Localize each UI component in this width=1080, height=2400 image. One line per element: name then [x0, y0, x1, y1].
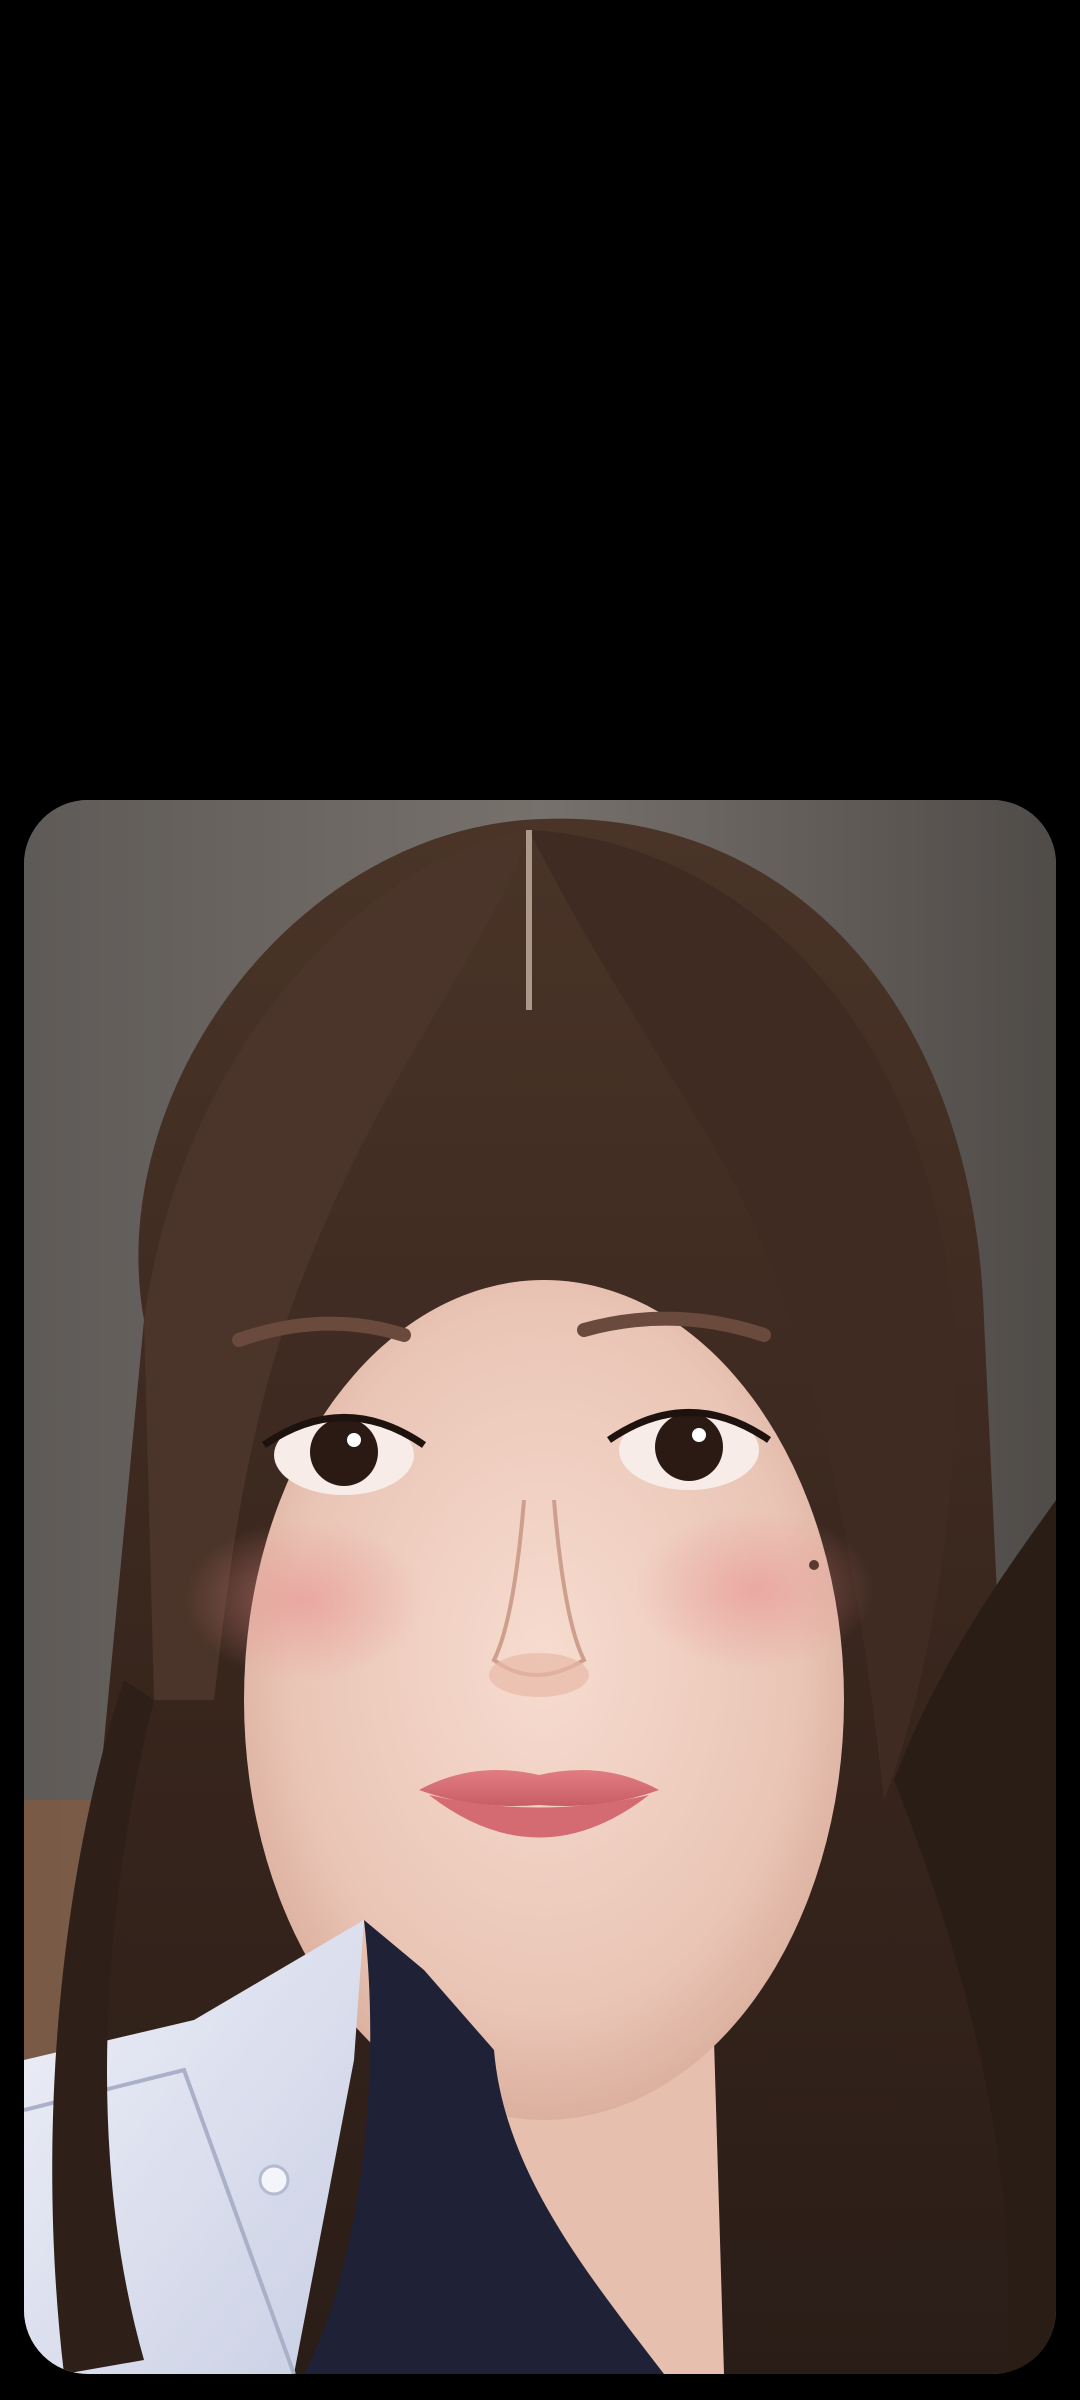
photo-viewer-screen	[0, 0, 1080, 2400]
portrait-photo-illustration	[24, 800, 1056, 2374]
portrait-photo[interactable]	[24, 800, 1056, 2374]
